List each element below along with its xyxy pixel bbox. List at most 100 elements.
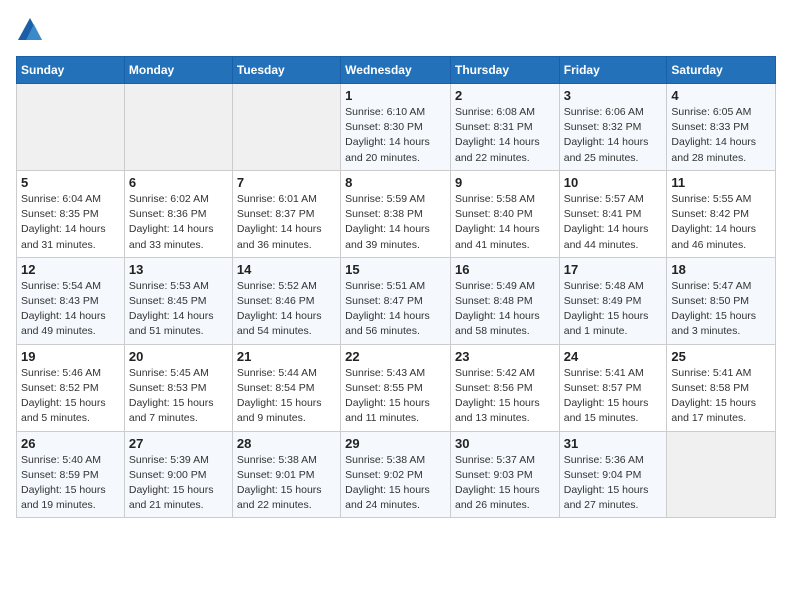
day-info: Sunrise: 5:42 AM Sunset: 8:56 PM Dayligh… [455,366,555,427]
day-info: Sunrise: 5:52 AM Sunset: 8:46 PM Dayligh… [237,279,336,340]
calendar-cell: 14 Sunrise: 5:52 AM Sunset: 8:46 PM Dayli… [232,257,340,344]
calendar-cell [17,84,125,171]
calendar-cell: 4 Sunrise: 6:05 AM Sunset: 8:33 PM Daylig… [667,84,776,171]
day-number: 29 [345,436,446,451]
logo-icon [16,16,44,44]
day-info: Sunrise: 5:53 AM Sunset: 8:45 PM Dayligh… [129,279,228,340]
day-number: 25 [671,349,771,364]
day-number: 23 [455,349,555,364]
day-info: Sunrise: 6:01 AM Sunset: 8:37 PM Dayligh… [237,192,336,253]
calendar-table: SundayMondayTuesdayWednesdayThursdayFrid… [16,56,776,518]
day-number: 12 [21,262,120,277]
day-info: Sunrise: 5:58 AM Sunset: 8:40 PM Dayligh… [455,192,555,253]
day-info: Sunrise: 5:38 AM Sunset: 9:01 PM Dayligh… [237,453,336,514]
calendar-cell: 3 Sunrise: 6:06 AM Sunset: 8:32 PM Daylig… [559,84,667,171]
day-number: 14 [237,262,336,277]
day-info: Sunrise: 5:44 AM Sunset: 8:54 PM Dayligh… [237,366,336,427]
day-info: Sunrise: 5:38 AM Sunset: 9:02 PM Dayligh… [345,453,446,514]
weekday-header: Tuesday [232,57,340,84]
day-info: Sunrise: 5:36 AM Sunset: 9:04 PM Dayligh… [564,453,663,514]
day-info: Sunrise: 5:47 AM Sunset: 8:50 PM Dayligh… [671,279,771,340]
day-info: Sunrise: 5:40 AM Sunset: 8:59 PM Dayligh… [21,453,120,514]
day-info: Sunrise: 5:54 AM Sunset: 8:43 PM Dayligh… [21,279,120,340]
calendar-cell: 21 Sunrise: 5:44 AM Sunset: 8:54 PM Dayli… [232,344,340,431]
calendar-cell: 20 Sunrise: 5:45 AM Sunset: 8:53 PM Dayli… [124,344,232,431]
page-header [16,16,776,44]
calendar-cell: 2 Sunrise: 6:08 AM Sunset: 8:31 PM Daylig… [450,84,559,171]
calendar-cell: 28 Sunrise: 5:38 AM Sunset: 9:01 PM Dayli… [232,431,340,518]
day-info: Sunrise: 6:02 AM Sunset: 8:36 PM Dayligh… [129,192,228,253]
day-number: 17 [564,262,663,277]
calendar-cell: 6 Sunrise: 6:02 AM Sunset: 8:36 PM Daylig… [124,170,232,257]
logo [16,16,48,44]
day-number: 27 [129,436,228,451]
day-info: Sunrise: 5:57 AM Sunset: 8:41 PM Dayligh… [564,192,663,253]
day-info: Sunrise: 6:08 AM Sunset: 8:31 PM Dayligh… [455,105,555,166]
calendar-cell: 1 Sunrise: 6:10 AM Sunset: 8:30 PM Daylig… [341,84,451,171]
day-info: Sunrise: 6:05 AM Sunset: 8:33 PM Dayligh… [671,105,771,166]
day-number: 3 [564,88,663,103]
day-number: 13 [129,262,228,277]
day-info: Sunrise: 5:49 AM Sunset: 8:48 PM Dayligh… [455,279,555,340]
day-number: 20 [129,349,228,364]
day-number: 4 [671,88,771,103]
calendar-cell: 9 Sunrise: 5:58 AM Sunset: 8:40 PM Daylig… [450,170,559,257]
day-number: 11 [671,175,771,190]
calendar-cell: 8 Sunrise: 5:59 AM Sunset: 8:38 PM Daylig… [341,170,451,257]
day-info: Sunrise: 6:06 AM Sunset: 8:32 PM Dayligh… [564,105,663,166]
calendar-cell: 7 Sunrise: 6:01 AM Sunset: 8:37 PM Daylig… [232,170,340,257]
day-number: 22 [345,349,446,364]
calendar-cell: 16 Sunrise: 5:49 AM Sunset: 8:48 PM Dayli… [450,257,559,344]
day-number: 8 [345,175,446,190]
day-number: 15 [345,262,446,277]
calendar-cell: 10Sunrise: 5:57 AM Sunset: 8:41 PM Dayli… [559,170,667,257]
calendar-cell: 24Sunrise: 5:41 AM Sunset: 8:57 PM Dayli… [559,344,667,431]
day-number: 5 [21,175,120,190]
calendar-cell: 23 Sunrise: 5:42 AM Sunset: 8:56 PM Dayli… [450,344,559,431]
calendar-cell: 11 Sunrise: 5:55 AM Sunset: 8:42 PM Dayli… [667,170,776,257]
day-number: 21 [237,349,336,364]
weekday-header: Monday [124,57,232,84]
day-info: Sunrise: 6:10 AM Sunset: 8:30 PM Dayligh… [345,105,446,166]
day-info: Sunrise: 5:48 AM Sunset: 8:49 PM Dayligh… [564,279,663,340]
calendar-header: SundayMondayTuesdayWednesdayThursdayFrid… [17,57,776,84]
weekday-header: Saturday [667,57,776,84]
day-info: Sunrise: 5:37 AM Sunset: 9:03 PM Dayligh… [455,453,555,514]
day-number: 6 [129,175,228,190]
calendar-cell: 12 Sunrise: 5:54 AM Sunset: 8:43 PM Dayli… [17,257,125,344]
weekday-header: Sunday [17,57,125,84]
day-number: 28 [237,436,336,451]
day-info: Sunrise: 5:55 AM Sunset: 8:42 PM Dayligh… [671,192,771,253]
day-number: 31 [564,436,663,451]
day-info: Sunrise: 5:41 AM Sunset: 8:58 PM Dayligh… [671,366,771,427]
weekday-header: Wednesday [341,57,451,84]
day-number: 1 [345,88,446,103]
weekday-header: Thursday [450,57,559,84]
calendar-cell: 17 Sunrise: 5:48 AM Sunset: 8:49 PM Dayli… [559,257,667,344]
calendar-cell: 29 Sunrise: 5:38 AM Sunset: 9:02 PM Dayli… [341,431,451,518]
calendar-cell: 30Sunrise: 5:37 AM Sunset: 9:03 PM Dayli… [450,431,559,518]
day-number: 2 [455,88,555,103]
day-number: 16 [455,262,555,277]
day-number: 18 [671,262,771,277]
day-info: Sunrise: 6:04 AM Sunset: 8:35 PM Dayligh… [21,192,120,253]
day-number: 7 [237,175,336,190]
calendar-cell: 13 Sunrise: 5:53 AM Sunset: 8:45 PM Dayli… [124,257,232,344]
day-number: 19 [21,349,120,364]
calendar-cell: 19 Sunrise: 5:46 AM Sunset: 8:52 PM Dayli… [17,344,125,431]
day-info: Sunrise: 5:43 AM Sunset: 8:55 PM Dayligh… [345,366,446,427]
calendar-cell: 27 Sunrise: 5:39 AM Sunset: 9:00 PM Dayli… [124,431,232,518]
calendar-cell [124,84,232,171]
day-info: Sunrise: 5:39 AM Sunset: 9:00 PM Dayligh… [129,453,228,514]
day-number: 9 [455,175,555,190]
day-info: Sunrise: 5:46 AM Sunset: 8:52 PM Dayligh… [21,366,120,427]
calendar-cell: 25 Sunrise: 5:41 AM Sunset: 8:58 PM Dayli… [667,344,776,431]
calendar-cell: 22 Sunrise: 5:43 AM Sunset: 8:55 PM Dayli… [341,344,451,431]
calendar-cell: 31 Sunrise: 5:36 AM Sunset: 9:04 PM Dayli… [559,431,667,518]
weekday-header: Friday [559,57,667,84]
day-info: Sunrise: 5:59 AM Sunset: 8:38 PM Dayligh… [345,192,446,253]
calendar-cell: 5 Sunrise: 6:04 AM Sunset: 8:35 PM Daylig… [17,170,125,257]
calendar-cell [232,84,340,171]
day-info: Sunrise: 5:41 AM Sunset: 8:57 PM Dayligh… [564,366,663,427]
day-info: Sunrise: 5:45 AM Sunset: 8:53 PM Dayligh… [129,366,228,427]
